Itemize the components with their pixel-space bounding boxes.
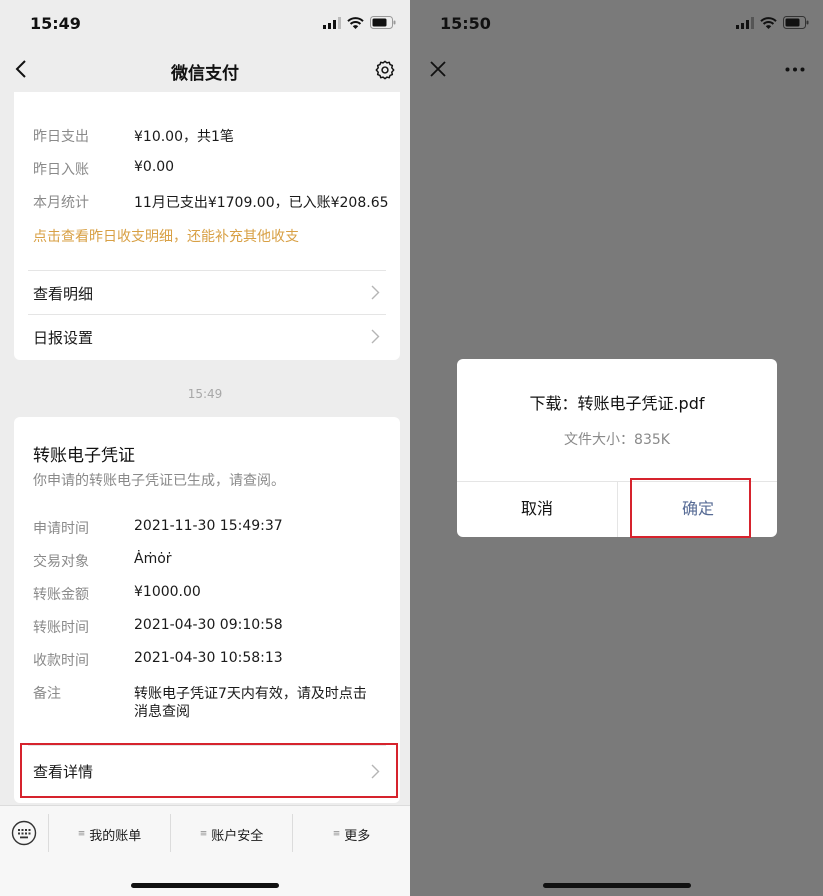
- link-label: 日报设置: [33, 329, 94, 347]
- more-options-icon[interactable]: [785, 67, 805, 72]
- signal-icon: [736, 16, 754, 29]
- menu-lines-icon: ≡: [77, 829, 86, 839]
- row-value: 11月已支出¥1709.00，已入账¥208.65: [134, 195, 389, 211]
- wechat-pay-chat-screen: 15:49 微信支付 昨日支出 ¥10.00，共1笔 昨日入账 ¥0.00 本月…: [0, 0, 410, 896]
- row-value: ¥10.00，共1笔: [134, 129, 234, 145]
- page-title: 微信支付: [171, 64, 239, 84]
- row-label: 本月统计: [33, 195, 89, 211]
- status-bar: 15:49: [0, 0, 410, 46]
- row-value: 2021-11-30 15:49:37: [134, 518, 283, 534]
- info-row: 本月统计 11月已支出¥1709.00，已入账¥208.65: [33, 192, 389, 212]
- row-value: ¥1000.00: [134, 584, 201, 600]
- info-row: 收款时间 2021-04-30 10:58:13: [33, 650, 283, 670]
- menu-my-bills[interactable]: ≡ 我的账单: [49, 822, 170, 846]
- status-time: 15:50: [440, 14, 491, 33]
- link-label: 查看明细: [33, 285, 94, 303]
- row-value: ¥0.00: [134, 159, 175, 175]
- cancel-button[interactable]: 取消: [457, 481, 617, 537]
- voucher-title: 转账电子凭证: [33, 446, 135, 466]
- menu-lines-icon: ≡: [332, 829, 341, 839]
- row-label: 昨日入账: [33, 162, 89, 178]
- info-row: 昨日支出 ¥10.00，共1笔: [33, 126, 234, 146]
- info-row: 交易对象 Ȧṁȯṙ: [33, 551, 172, 571]
- gear-icon[interactable]: [374, 59, 396, 81]
- battery-icon: [783, 16, 809, 29]
- close-icon[interactable]: [430, 61, 446, 77]
- menu-account-security[interactable]: ≡ 账户安全: [171, 822, 292, 846]
- status-bar: 15:50: [410, 0, 823, 46]
- row-label: 转账时间: [33, 620, 89, 636]
- info-row: 转账金额 ¥1000.00: [33, 584, 201, 604]
- status-time: 15:49: [30, 14, 81, 33]
- row-label: 交易对象: [33, 554, 89, 570]
- highlight-box: [20, 743, 398, 798]
- row-label: 昨日支出: [33, 129, 89, 145]
- menu-more[interactable]: ≡ 更多: [293, 822, 410, 846]
- row-value: 2021-04-30 10:58:13: [134, 650, 283, 666]
- daily-report-card: 昨日支出 ¥10.00，共1笔 昨日入账 ¥0.00 本月统计 11月已支出¥1…: [14, 92, 400, 360]
- download-dialog-screen: 15:50 下载：转账电子凭证.pdf 文件大小：835K 取消 确定: [410, 0, 823, 896]
- highlight-box: [630, 478, 751, 538]
- info-row: 申请时间 2021-11-30 15:49:37: [33, 518, 283, 538]
- info-row: 备注 转账电子凭证7天内有效，请及时点击 消息查阅: [33, 683, 367, 720]
- voucher-subtitle: 你申请的转账电子凭证已生成，请查阅。: [33, 473, 285, 489]
- row-value: Ȧṁȯṙ: [134, 551, 172, 567]
- battery-icon: [370, 16, 396, 29]
- chevron-right-icon: [371, 329, 380, 344]
- wifi-icon: [760, 16, 777, 29]
- daily-report-settings-link[interactable]: 日报设置: [14, 315, 400, 359]
- row-label: 收款时间: [33, 653, 89, 669]
- view-details-tip[interactable]: 点击查看昨日收支明细，还能补充其他收支: [33, 226, 299, 246]
- keyboard-icon[interactable]: [11, 820, 37, 846]
- message-timestamp: 15:49: [187, 387, 223, 401]
- file-size-text: 文件大小：835K: [564, 432, 670, 448]
- row-label: 申请时间: [33, 521, 89, 537]
- home-indicator: [131, 883, 279, 888]
- note-line-2: 消息查阅: [134, 704, 190, 720]
- nav-bar: 微信支付: [0, 46, 410, 92]
- home-indicator: [542, 883, 691, 888]
- menu-label: 账户安全: [211, 828, 264, 844]
- note-line-1: 转账电子凭证7天内有效，请及时点击: [134, 686, 367, 702]
- menu-lines-icon: ≡: [199, 829, 208, 839]
- info-row: 转账时间 2021-04-30 09:10:58: [33, 617, 283, 637]
- menu-label: 我的账单: [89, 828, 142, 844]
- row-value: 2021-04-30 09:10:58: [134, 617, 283, 633]
- view-statement-link[interactable]: 查看明细: [14, 271, 400, 315]
- dialog-title: 下载：转账电子凭证.pdf: [529, 394, 705, 413]
- menu-label: 更多: [344, 828, 371, 844]
- row-label: 转账金额: [33, 587, 89, 603]
- row-label: 备注: [33, 686, 61, 702]
- signal-icon: [323, 16, 341, 29]
- chevron-right-icon: [371, 285, 380, 300]
- bottom-menu-bar: ≡ 我的账单 ≡ 账户安全 ≡ 更多: [0, 805, 410, 896]
- wifi-icon: [347, 16, 364, 29]
- info-row: 昨日入账 ¥0.00: [33, 159, 174, 179]
